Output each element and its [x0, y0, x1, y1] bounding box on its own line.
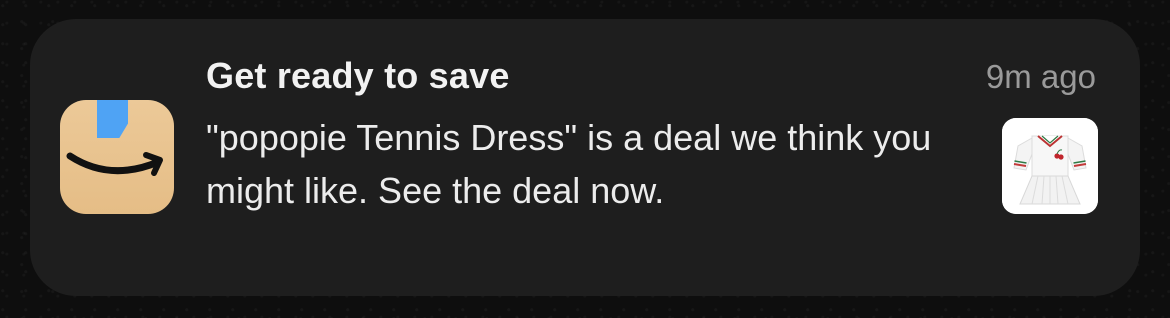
notification-title: Get ready to save: [206, 55, 510, 96]
smile-arrow-icon: [66, 152, 163, 176]
notification-body: "popopie Tennis Dress" is a deal we thin…: [206, 117, 932, 211]
notification-timestamp: 9m ago: [985, 58, 1096, 95]
amazon-app-icon: [60, 100, 174, 214]
tennis-dress-thumbnail: [1002, 118, 1098, 214]
notification-card[interactable]: Get ready to save 9m ago "popopie Tennis…: [30, 19, 1140, 296]
tennis-dress-image: [1002, 118, 1098, 214]
